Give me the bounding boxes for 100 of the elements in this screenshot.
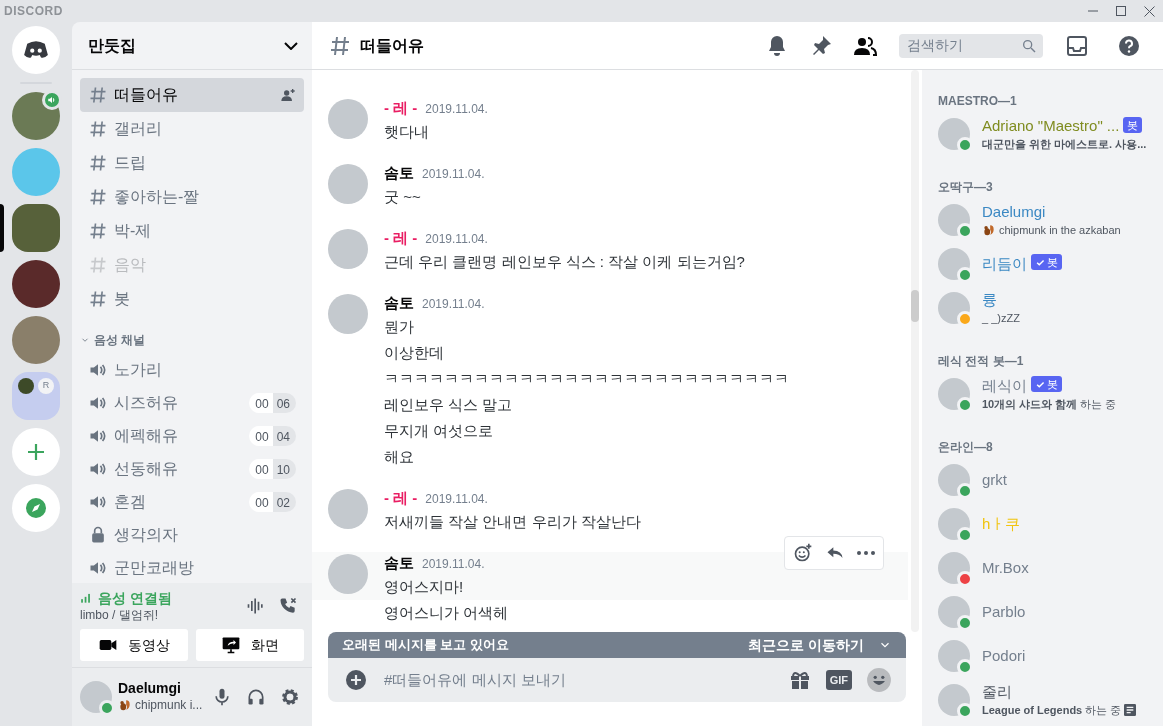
bot-label: 봇 <box>1047 376 1058 391</box>
timestamp: 2019.11.04. <box>425 491 488 508</box>
voice-channel-item[interactable]: 에펙해유 00 04 <box>80 419 304 452</box>
channel-item[interactable]: 갤러리 <box>80 112 304 146</box>
author-name[interactable]: 솜토 <box>384 552 414 574</box>
avatar <box>328 489 368 529</box>
smiley-icon <box>866 667 892 693</box>
category-label: 음성 채널 <box>94 332 146 349</box>
channel-item[interactable]: 드립 <box>80 146 304 180</box>
add-member-icon[interactable] <box>280 87 296 103</box>
server-name: 만둣집 <box>88 35 136 56</box>
upload-button[interactable] <box>344 668 368 692</box>
channel-name: 좋아하는-짤 <box>114 187 201 207</box>
member-activity: _ _)zZZ <box>982 310 1020 326</box>
server-icon: R <box>38 378 54 394</box>
smiley-plus-icon <box>793 543 813 563</box>
channel-name: 생각의자 <box>114 524 179 545</box>
member-item[interactable]: Podori <box>938 634 1155 678</box>
scrollbar-thumb[interactable] <box>911 290 919 322</box>
author-name[interactable]: - 레 - <box>384 227 418 249</box>
avatar <box>938 204 970 236</box>
settings-icon <box>280 687 300 707</box>
voice-channel-item[interactable]: 생각의자 <box>80 518 304 551</box>
close-icon <box>1143 5 1155 17</box>
server-icon <box>18 378 34 394</box>
hash-icon <box>88 221 108 241</box>
member-name: grkt <box>982 471 1007 488</box>
channel-name: 시즈허유 <box>114 392 179 413</box>
voice-channel-item[interactable]: 혼겜 00 02 <box>80 485 304 518</box>
bot-label: 봇 <box>1127 117 1139 132</box>
channel-name: 떠들어유 <box>114 85 179 105</box>
microphone-icon <box>212 687 232 707</box>
explore-button[interactable] <box>12 484 60 532</box>
timestamp: 2019.11.04. <box>425 101 488 118</box>
search-input[interactable]: 검색하기 <box>905 34 1021 57</box>
avatar <box>938 248 970 280</box>
avatar <box>938 464 970 496</box>
voice-channel-item[interactable]: 시즈허유 00 06 <box>80 386 304 419</box>
member-item[interactable]: 줄리 League of Legends 하는 중 <box>938 678 1155 722</box>
member-item[interactable]: Daelumgi chipmunk in the azkaban <box>938 198 1155 242</box>
member-item[interactable]: grkt <box>938 458 1155 502</box>
home-button[interactable] <box>12 26 60 74</box>
avatar <box>328 164 368 204</box>
member-item[interactable]: 륭 _ _)zZZ <box>938 286 1155 330</box>
emoji-button[interactable] <box>866 667 892 693</box>
channel-name: 혼겜 <box>114 491 147 512</box>
member-name: 리듬이 <box>982 255 1027 272</box>
member-item[interactable]: 레식이 봇 10개의 샤드와 함께 하는 중 <box>938 372 1155 416</box>
search-icon <box>1021 37 1037 54</box>
message-text: 근데 우리 클랜명 레인보우 식스 : 작살 이케 되는거임? <box>384 252 745 272</box>
member-name: 레식이 <box>982 376 1027 394</box>
channel-item[interactable]: 좋아하는-짤 <box>80 180 304 214</box>
search-field[interactable]: 검색하기 <box>899 33 1043 58</box>
user-limit: 04 <box>272 425 296 446</box>
member-item[interactable]: Mr.Box <box>938 546 1155 590</box>
member-name: Daelumgi <box>982 202 1046 220</box>
timestamp: 2019.11.04. <box>422 556 485 573</box>
member-activity: League of Legends 하는 중 <box>982 702 1122 718</box>
member-item[interactable]: Adriano "Maestro" ... 봇 대군만을 위한 마에스트로. 사용... <box>938 112 1155 156</box>
channel-item[interactable]: 박-제 <box>80 214 304 248</box>
message-input[interactable]: #떠들어유에 메시지 보내기 <box>382 667 774 693</box>
user-count: 00 <box>249 392 273 413</box>
channel-item[interactable]: 떠들어유 <box>80 78 304 112</box>
author-name[interactable]: 솜토 <box>384 162 414 184</box>
avatar <box>328 554 368 594</box>
message-field[interactable]: #떠들어유에 메시지 보내기 GIF <box>328 658 906 702</box>
server-folder[interactable]: R <box>12 372 60 420</box>
avatar <box>328 294 368 334</box>
author-name[interactable]: - 레 - <box>384 487 418 509</box>
voice-channel-item[interactable]: 노가리 <box>80 353 304 386</box>
video-button[interactable]: 동영상 <box>80 629 188 661</box>
custom-status: chipmunk i... <box>135 697 203 714</box>
member-item[interactable]: Parblo <box>938 590 1155 634</box>
message-text: 해요 <box>383 447 415 467</box>
user-count: 00 <box>249 458 273 479</box>
jump-bar-text: 오래된 메시지를 보고 있어요 <box>342 636 509 655</box>
screen-share-button[interactable]: 화면 <box>196 629 304 661</box>
member-group-title: 오딱구—3 <box>938 179 994 196</box>
inbox-icon <box>1065 33 1089 58</box>
author-name[interactable]: 솜토 <box>384 292 414 314</box>
message-text: 영어스니가 어색헤 <box>383 603 510 623</box>
user-limit: 02 <box>272 491 296 512</box>
channel-item[interactable]: 봇 <box>80 282 304 316</box>
member-name: hㅏ쿠 <box>982 515 1021 532</box>
avatar <box>938 596 970 628</box>
avatar <box>938 118 970 150</box>
member-name: Podori <box>982 647 1026 664</box>
jump-to-present-button[interactable]: 최근으로 이동하기 <box>748 634 892 656</box>
member-activity: chipmunk in the azkaban <box>999 222 1121 238</box>
gif-button[interactable]: GIF <box>825 670 852 690</box>
compass-icon <box>24 496 48 520</box>
hash-icon <box>88 85 108 105</box>
voice-channel-item[interactable]: 선동해유 00 10 <box>80 452 304 485</box>
server-icon[interactable] <box>12 204 60 252</box>
author-name[interactable]: - 레 - <box>384 97 418 119</box>
server-icon[interactable] <box>12 260 60 308</box>
channel-name: 군만코래방 <box>114 557 195 578</box>
voice-channel-item[interactable]: 군만코래방 <box>80 551 304 583</box>
member-item[interactable]: 리듬이 봇 <box>938 242 1155 286</box>
add-server-button[interactable] <box>12 428 60 476</box>
